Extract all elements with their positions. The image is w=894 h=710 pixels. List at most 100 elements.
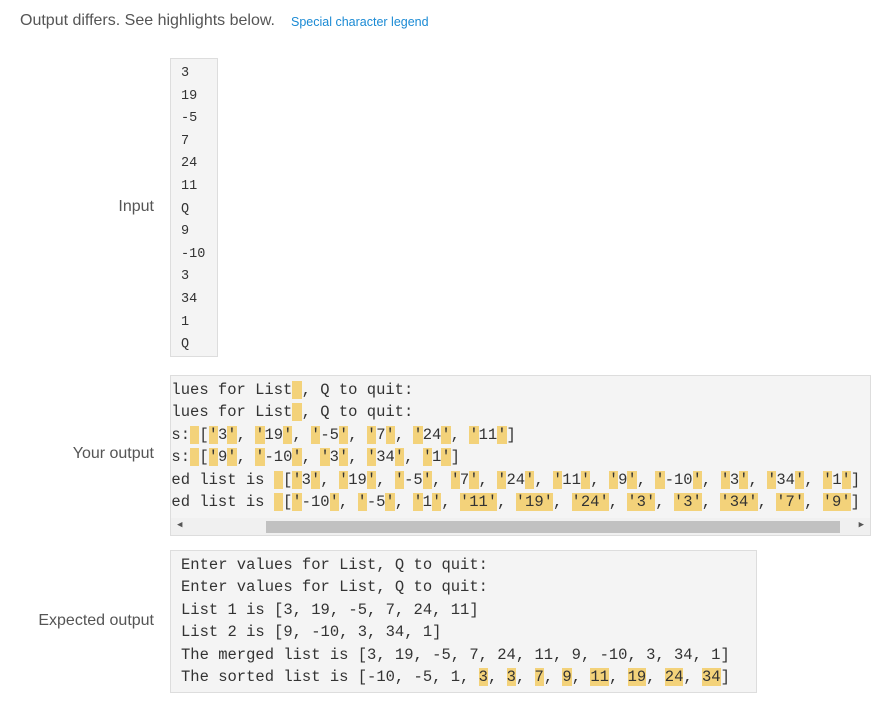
diff-highlight: ' bbox=[338, 470, 349, 489]
output-line: Enter values for List, Q to quit: bbox=[181, 554, 746, 576]
diff-highlight: ' bbox=[292, 492, 302, 511]
diff-highlight: 7 bbox=[534, 667, 544, 686]
output-text: , bbox=[348, 448, 367, 467]
input-line: 7 bbox=[181, 133, 190, 149]
diff-highlight: 3 bbox=[478, 667, 488, 686]
diff-highlight: ' bbox=[655, 470, 665, 489]
output-text: , bbox=[534, 470, 553, 489]
diff-highlight: '3' bbox=[627, 492, 656, 511]
diff-highlight: ' bbox=[580, 470, 591, 489]
output-text: List 1 is [3, 19, -5, 7, 24, 11] bbox=[181, 600, 479, 619]
output-line: The sorted list is ['-10', '-5', '1', '1… bbox=[171, 491, 860, 513]
output-text: , Q to quit: bbox=[301, 381, 414, 399]
diff-highlight: ' bbox=[450, 470, 460, 489]
special-character-legend-link[interactable]: Special character legend bbox=[291, 15, 429, 29]
output-text: 3 bbox=[301, 470, 311, 489]
output-line: List 1 is [3, 19, -5, 7, 24, 11] bbox=[181, 599, 746, 621]
output-text: 7 bbox=[459, 470, 470, 489]
output-text: , bbox=[543, 667, 563, 686]
output-text: , bbox=[292, 425, 312, 444]
diff-highlight: ' bbox=[413, 492, 423, 511]
output-text: 19 bbox=[264, 425, 284, 444]
output-text: 34 bbox=[776, 470, 795, 489]
input-line: 24 bbox=[181, 156, 198, 172]
output-line: The sorted list is [-10, -5, 1, 3, 3, 7,… bbox=[181, 666, 746, 688]
output-text: 1 bbox=[422, 492, 432, 511]
output-text: , bbox=[236, 425, 256, 444]
output-text: ] bbox=[450, 448, 460, 467]
output-text: , bbox=[701, 492, 721, 511]
diff-highlight: 11 bbox=[590, 667, 609, 686]
output-text: Enter values for List, Q to quit: bbox=[181, 578, 488, 597]
diff-highlight: ' bbox=[366, 470, 377, 489]
input-line: 9 bbox=[181, 224, 190, 240]
diff-highlight: ' bbox=[422, 448, 433, 467]
diff-highlight: ' bbox=[329, 492, 339, 511]
scroll-right-arrow-icon[interactable]: ▶ bbox=[859, 520, 864, 530]
input-line: -10 bbox=[181, 246, 206, 262]
horizontal-scrollbar[interactable]: ◀ ▶ bbox=[171, 518, 870, 535]
scroll-left-arrow-icon[interactable]: ◀ bbox=[177, 520, 182, 530]
diff-highlight: 19 bbox=[627, 667, 647, 686]
output-text: , bbox=[683, 667, 702, 686]
diff-highlight: ' bbox=[292, 448, 302, 467]
diff-highlight: '24' bbox=[571, 492, 609, 511]
diff-highlight: ' bbox=[822, 470, 833, 489]
output-text: 1 bbox=[432, 448, 442, 467]
output-text: -5 bbox=[404, 470, 423, 489]
output-text: , bbox=[441, 492, 460, 511]
output-text: , bbox=[236, 448, 256, 467]
output-line: The merged list is [3, 19, -5, 7, 24, 11… bbox=[181, 644, 746, 666]
diff-highlight: ' bbox=[357, 492, 367, 511]
diff-highlight bbox=[292, 381, 302, 399]
diff-status-text: Output differs. See highlights below. bbox=[20, 12, 275, 29]
output-text: , bbox=[338, 492, 358, 511]
input-line: 3 bbox=[181, 269, 190, 285]
diff-highlight: ' bbox=[227, 425, 237, 444]
diff-highlight: ' bbox=[525, 470, 535, 489]
diff-highlight: ' bbox=[394, 448, 405, 467]
input-line: -5 bbox=[181, 111, 198, 127]
output-text: , bbox=[394, 492, 414, 511]
output-text: , bbox=[552, 492, 572, 511]
scrollbar-thumb[interactable] bbox=[266, 521, 840, 533]
output-text: 3 bbox=[329, 448, 339, 467]
diff-highlight: ' bbox=[385, 425, 395, 444]
output-text: , Q to quit: bbox=[301, 403, 414, 422]
output-text: -5 bbox=[320, 425, 339, 444]
your-output-label: Your output bbox=[72, 445, 154, 462]
output-text: , bbox=[431, 470, 451, 489]
output-text: [ bbox=[199, 448, 209, 467]
input-line: Q bbox=[181, 337, 190, 353]
output-text: ] bbox=[850, 492, 860, 511]
output-text: , bbox=[515, 667, 535, 686]
diff-highlight: ' bbox=[385, 492, 395, 511]
output-text: 7 bbox=[376, 425, 386, 444]
diff-highlight: '7' bbox=[776, 492, 805, 511]
output-text: 34 bbox=[376, 448, 395, 467]
diff-highlight: ' bbox=[422, 470, 432, 489]
output-text: [ bbox=[283, 470, 293, 489]
output-line: Enter values for List , Q to quit: bbox=[171, 379, 860, 401]
output-text: List 1 is: bbox=[171, 425, 191, 444]
your-output-scroll-area[interactable]: Enter values for List , Q to quit:Enter … bbox=[171, 376, 870, 516]
output-text: -10 bbox=[664, 470, 693, 489]
output-line: List 2 is: ['9', '-10', '3', '34', '1'] bbox=[171, 446, 860, 468]
diff-highlight: ' bbox=[320, 448, 330, 467]
diff-highlight: ' bbox=[552, 470, 563, 489]
diff-highlight: 3 bbox=[506, 667, 516, 686]
output-text: , bbox=[608, 492, 628, 511]
diff-highlight: ' bbox=[431, 492, 442, 511]
output-text: 19 bbox=[348, 470, 367, 489]
diff-highlight bbox=[190, 448, 200, 467]
output-text: 11 bbox=[562, 470, 581, 489]
diff-highlight: ' bbox=[208, 448, 218, 467]
diff-highlight: 34 bbox=[702, 667, 721, 686]
output-text: , bbox=[376, 470, 395, 489]
output-text: ] bbox=[850, 470, 861, 489]
input-label: Input bbox=[118, 198, 154, 215]
diff-highlight bbox=[273, 492, 284, 511]
output-text: [ bbox=[199, 425, 209, 444]
diff-highlight bbox=[292, 403, 302, 422]
output-text: , bbox=[804, 470, 823, 489]
